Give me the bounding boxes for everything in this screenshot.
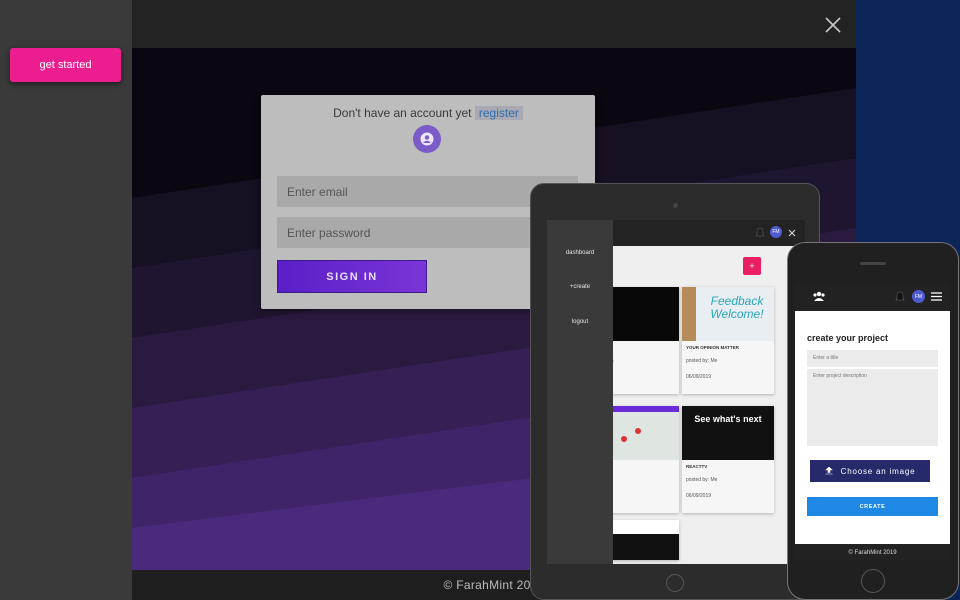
phone-speaker bbox=[860, 262, 886, 265]
choose-image-button[interactable]: Choose an image bbox=[810, 460, 930, 482]
title-field[interactable]: Enter a title bbox=[807, 350, 938, 367]
phone-avatar[interactable]: FM bbox=[912, 290, 925, 303]
form-heading: create your project bbox=[807, 333, 889, 343]
menu-icon[interactable] bbox=[931, 292, 942, 301]
phone-home-button bbox=[861, 569, 885, 593]
card-date: 06/09/2019 bbox=[686, 493, 712, 499]
card-date: 06/09/2019 bbox=[686, 374, 712, 380]
close-icon[interactable] bbox=[824, 16, 842, 34]
card-title: REACTTV bbox=[686, 464, 708, 469]
add-project-button[interactable]: + bbox=[743, 257, 761, 275]
card-image: See what's next bbox=[682, 406, 774, 460]
phone-screen: FM create your project Enter a title Ent… bbox=[795, 283, 950, 561]
tablet-screen: FM dashboard +create logout + T POST! oh… bbox=[547, 220, 805, 564]
card-meta: posted by: Me bbox=[686, 477, 718, 483]
card-meta: posted by: Me bbox=[686, 358, 718, 364]
register-prompt: Don't have an account yet register bbox=[261, 106, 595, 120]
phone-topbar: FM bbox=[795, 283, 950, 311]
card-title: YOUR OPINION MATTER bbox=[686, 345, 739, 350]
register-prompt-text: Don't have an account yet bbox=[333, 106, 472, 120]
description-field[interactable]: Enter project description bbox=[807, 369, 938, 446]
project-card[interactable]: Feedback Welcome! YOUR OPINION MATTER po… bbox=[682, 287, 774, 394]
nav-create[interactable]: +create bbox=[547, 284, 613, 290]
sign-in-button[interactable]: SIGN IN bbox=[277, 260, 427, 293]
bell-icon[interactable] bbox=[895, 291, 905, 302]
register-link[interactable]: register bbox=[474, 106, 523, 120]
modal-header bbox=[132, 0, 856, 48]
page: get started Don't have an account yet re… bbox=[0, 0, 960, 600]
close-icon[interactable] bbox=[788, 229, 796, 237]
tablet-mockup: FM dashboard +create logout + T POST! oh… bbox=[530, 183, 820, 600]
card-image: Feedback Welcome! bbox=[682, 287, 774, 341]
card-image-text: Feedback Welcome! bbox=[710, 294, 764, 321]
get-started-button[interactable]: get started bbox=[10, 48, 121, 82]
tablet-camera bbox=[673, 203, 678, 208]
create-button[interactable]: CREATE bbox=[807, 497, 938, 516]
choose-image-label: Choose an image bbox=[840, 466, 916, 476]
nav-dashboard[interactable]: dashboard bbox=[547, 250, 613, 256]
tablet-home-button bbox=[666, 574, 684, 592]
tablet-avatar[interactable]: FM bbox=[770, 226, 782, 238]
bell-icon[interactable] bbox=[755, 227, 765, 238]
card-image-text: See what's next bbox=[694, 414, 762, 424]
tablet-side-menu: dashboard +create logout bbox=[547, 220, 613, 564]
phone-mockup: FM create your project Enter a title Ent… bbox=[787, 242, 959, 600]
upload-icon bbox=[824, 467, 833, 475]
user-avatar-icon bbox=[413, 125, 441, 153]
phone-footer: © FarahMint 2019 bbox=[795, 544, 950, 561]
group-icon bbox=[813, 291, 825, 301]
project-card[interactable]: See what's next REACTTV posted by: Me 06… bbox=[682, 406, 774, 513]
nav-logout[interactable]: logout bbox=[547, 319, 613, 325]
left-rail: get started bbox=[0, 0, 132, 600]
